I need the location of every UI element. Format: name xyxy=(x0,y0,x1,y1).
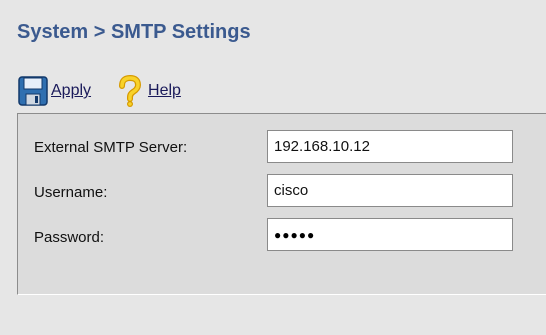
page-title: System > SMTP Settings xyxy=(17,21,251,43)
apply-button[interactable]: Apply xyxy=(17,75,91,107)
floppy-disk-icon xyxy=(18,76,48,106)
smtp-server-input[interactable] xyxy=(267,130,513,163)
help-button[interactable]: Help xyxy=(116,75,181,107)
password-label: Password: xyxy=(34,229,105,246)
username-input[interactable] xyxy=(267,174,513,207)
password-mask: ●●●●● xyxy=(274,227,316,242)
question-mark-icon xyxy=(119,75,142,107)
help-label: Help xyxy=(148,82,181,99)
username-label: Username: xyxy=(34,184,108,201)
smtp-server-label: External SMTP Server: xyxy=(34,139,188,156)
toolbar: Apply Help xyxy=(17,73,181,109)
apply-label: Apply xyxy=(51,82,92,99)
smtp-settings-panel: External SMTP Server: Username: Password… xyxy=(17,113,546,295)
password-input[interactable]: ●●●●● xyxy=(267,218,513,251)
